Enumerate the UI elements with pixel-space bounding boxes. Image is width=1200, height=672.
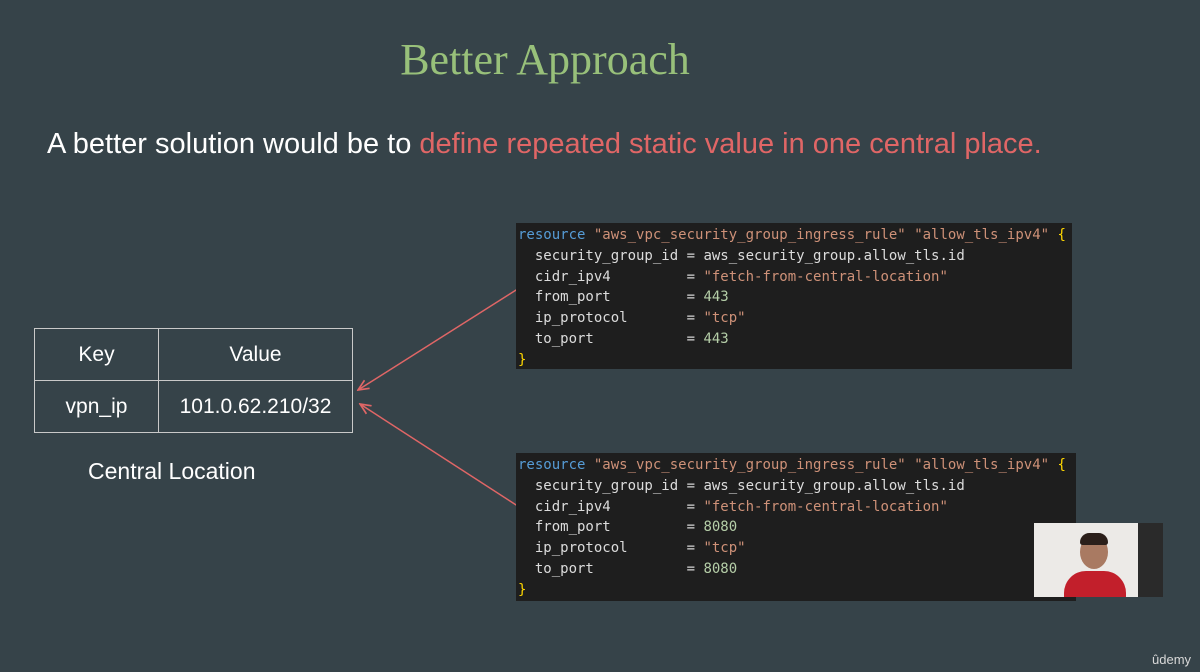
code-value: 8080 [703,519,738,536]
arrow-from-code-block-2 [360,404,528,513]
code-key: ip_protocol [534,540,679,557]
code-value: "tcp" [703,540,746,557]
code-eq: = [678,519,704,536]
code-eq: = [678,330,704,347]
code-block-1: resource "aws_vpc_security_group_ingress… [516,223,1072,369]
code-value: aws_security_group.allow_tls.id [703,477,965,494]
code-eq: = [678,268,704,285]
code-value: "fetch-from-central-location" [703,498,948,515]
presenter-webcam [1034,523,1163,597]
code-eq: = [678,498,704,515]
code-resource-type: "aws_vpc_security_group_ingress_rule" [593,457,906,473]
code-open-brace: { [1057,227,1066,243]
code-key: security_group_id [534,477,679,494]
code-open-brace: { [1057,457,1066,473]
code-key: cidr_ipv4 [534,268,679,285]
code-value: "tcp" [703,310,746,327]
code-eq: = [678,477,704,494]
code-key: from_port [534,519,679,536]
code-key: security_group_id [534,247,679,264]
code-block-2: resource "aws_vpc_security_group_ingress… [516,453,1076,601]
code-keyword: resource [518,457,586,473]
code-eq: = [678,310,704,327]
code-eq: = [678,540,704,557]
code-resource-type: "aws_vpc_security_group_ingress_rule" [593,227,906,243]
code-key: to_port [534,330,679,347]
code-value: aws_security_group.allow_tls.id [703,247,965,264]
code-resource-name: "allow_tls_ipv4" [914,457,1050,473]
code-eq: = [678,247,704,264]
code-resource-name: "allow_tls_ipv4" [914,227,1050,243]
webcam-background-shelf [1138,523,1163,597]
code-eq: = [678,289,704,306]
code-eq: = [678,560,704,577]
presenter-body [1064,571,1126,597]
presenter-hair [1080,533,1108,545]
code-key: cidr_ipv4 [534,498,679,515]
code-value: 443 [703,330,729,347]
code-key: from_port [534,289,679,306]
code-close-brace: } [518,351,527,368]
code-keyword: resource [518,227,586,243]
code-close-brace: } [518,581,527,598]
udemy-logo: ûdemy [1152,652,1192,667]
code-value: "fetch-from-central-location" [703,268,948,285]
code-value: 8080 [703,560,738,577]
code-value: 443 [703,289,729,306]
code-key: ip_protocol [534,310,679,327]
arrow-from-code-block-1 [358,279,533,390]
code-key: to_port [534,560,679,577]
